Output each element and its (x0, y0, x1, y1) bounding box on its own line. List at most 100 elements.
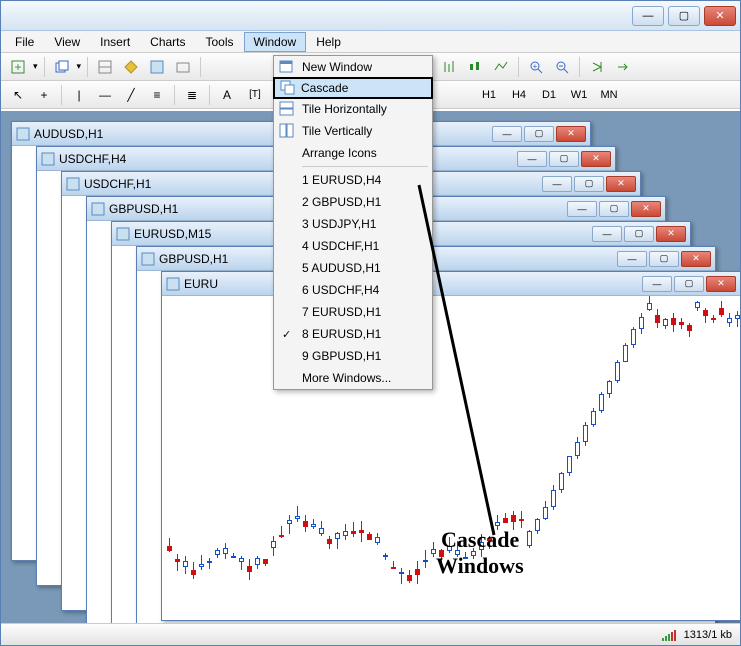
chart-icon (91, 202, 105, 216)
navigator-icon[interactable] (120, 56, 142, 78)
market-watch-icon[interactable] (94, 56, 116, 78)
svg-text:+: + (14, 60, 21, 74)
child-close[interactable]: ✕ (631, 201, 661, 217)
text-icon[interactable]: A (216, 84, 238, 106)
child-min[interactable]: — (617, 251, 647, 267)
child-close[interactable]: ✕ (656, 226, 686, 242)
hline-icon[interactable]: — (94, 84, 116, 106)
close-button[interactable]: ✕ (704, 6, 736, 26)
child-max[interactable]: ▢ (574, 176, 604, 192)
vline-icon[interactable]: | (68, 84, 90, 106)
child-max[interactable]: ▢ (624, 226, 654, 242)
minimize-button[interactable]: — (632, 6, 664, 26)
child-min[interactable]: — (542, 176, 572, 192)
menu-insert[interactable]: Insert (90, 32, 140, 52)
svg-text:+: + (533, 62, 538, 71)
dd-window-5[interactable]: 5 AUDUSD,H1 (274, 257, 432, 279)
candle-chart-icon[interactable] (464, 56, 486, 78)
chart-title: USDCHF,H1 (84, 177, 151, 191)
child-min[interactable]: — (592, 226, 622, 242)
chart-icon (41, 152, 55, 166)
menubar: File View Insert Charts Tools Window Hel… (1, 31, 740, 53)
chart-title: AUDUSD,H1 (34, 127, 103, 141)
zoom-in-icon[interactable]: + (525, 56, 547, 78)
timeframe-w1[interactable]: W1 (566, 86, 592, 104)
chart-icon (16, 127, 30, 141)
candlestick-chart[interactable] (162, 296, 740, 620)
profile-icon[interactable] (51, 56, 73, 78)
zoom-out-icon[interactable] (551, 56, 573, 78)
line-chart-icon[interactable] (490, 56, 512, 78)
dd-window-2[interactable]: 2 GBPUSD,H1 (274, 191, 432, 213)
chart-title: EURUSD,M15 (134, 227, 211, 241)
child-close[interactable]: ✕ (606, 176, 636, 192)
tile-v-icon (278, 122, 296, 140)
menu-file[interactable]: File (5, 32, 44, 52)
dd-tile-vertical[interactable]: Tile Vertically (274, 120, 432, 142)
dd-separator (302, 166, 428, 167)
dd-cascade[interactable]: Cascade (273, 77, 433, 99)
timeframe-h4[interactable]: H4 (506, 86, 532, 104)
child-min[interactable]: — (492, 126, 522, 142)
child-max[interactable]: ▢ (674, 276, 704, 292)
menu-help[interactable]: Help (306, 32, 351, 52)
chart-title: GBPUSD,H1 (159, 252, 228, 266)
child-close[interactable]: ✕ (581, 151, 611, 167)
chart-window-active[interactable]: EURU —▢✕ (161, 271, 740, 621)
dd-window-1[interactable]: 1 EURUSD,H4 (274, 169, 432, 191)
dd-arrange-icons[interactable]: Arrange Icons (274, 142, 432, 164)
child-min[interactable]: — (642, 276, 672, 292)
dd-window-7[interactable]: 7 EURUSD,H1 (274, 301, 432, 323)
titlebar: — ▢ ✕ (1, 1, 740, 31)
bar-chart-icon[interactable] (438, 56, 460, 78)
child-max[interactable]: ▢ (649, 251, 679, 267)
timeframe-d1[interactable]: D1 (536, 86, 562, 104)
dd-window-4[interactable]: 4 USDCHF,H1 (274, 235, 432, 257)
channel-icon[interactable]: ≡ (146, 84, 168, 106)
chart-title: EURU (184, 277, 218, 291)
fibo-icon[interactable]: ≣ (181, 84, 203, 106)
timeframe-h1[interactable]: H1 (476, 86, 502, 104)
child-min[interactable]: — (517, 151, 547, 167)
dd-window-9[interactable]: 9 GBPUSD,H1 (274, 345, 432, 367)
chart-icon (141, 252, 155, 266)
terminal-icon[interactable] (172, 56, 194, 78)
child-close[interactable]: ✕ (681, 251, 711, 267)
child-max[interactable]: ▢ (524, 126, 554, 142)
text-label-icon[interactable]: [T] (242, 84, 268, 106)
status-bar: 1313/1 kb (1, 623, 740, 645)
dd-new-window[interactable]: New Window (274, 56, 432, 78)
trendline-icon[interactable]: ╱ (120, 84, 142, 106)
child-max[interactable]: ▢ (599, 201, 629, 217)
tile-h-icon (278, 100, 296, 118)
dd-window-6[interactable]: 6 USDCHF,H4 (274, 279, 432, 301)
app-window: — ▢ ✕ File View Insert Charts Tools Wind… (0, 0, 741, 646)
check-icon: ✓ (282, 328, 291, 341)
timeframe-mn[interactable]: MN (596, 86, 622, 104)
dd-window-8[interactable]: ✓8 EURUSD,H1 (274, 323, 432, 345)
dd-tile-horizontal[interactable]: Tile Horizontally (274, 98, 432, 120)
menu-tools[interactable]: Tools (196, 32, 244, 52)
child-close[interactable]: ✕ (556, 126, 586, 142)
dd-window-3[interactable]: 3 USDJPY,H1 (274, 213, 432, 235)
menu-view[interactable]: View (44, 32, 90, 52)
chart-title: GBPUSD,H1 (109, 202, 178, 216)
crosshair-icon[interactable]: + (33, 84, 55, 106)
chart-icon (166, 277, 180, 291)
autoscroll-icon[interactable] (586, 56, 608, 78)
data-window-icon[interactable] (146, 56, 168, 78)
connection-bars-icon (662, 629, 676, 641)
cursor-icon[interactable]: ↖ (7, 84, 29, 106)
window-dropdown: New Window Cascade Tile Horizontally Til… (273, 55, 433, 390)
dd-more-windows[interactable]: More Windows... (274, 367, 432, 389)
chart-title: USDCHF,H4 (59, 152, 126, 166)
maximize-button[interactable]: ▢ (668, 6, 700, 26)
child-min[interactable]: — (567, 201, 597, 217)
menu-window[interactable]: Window (244, 32, 307, 52)
child-max[interactable]: ▢ (549, 151, 579, 167)
menu-charts[interactable]: Charts (140, 32, 195, 52)
new-chart-icon[interactable]: + (7, 56, 29, 78)
child-close[interactable]: ✕ (706, 276, 736, 292)
chart-icon (116, 227, 130, 241)
shift-icon[interactable] (612, 56, 634, 78)
